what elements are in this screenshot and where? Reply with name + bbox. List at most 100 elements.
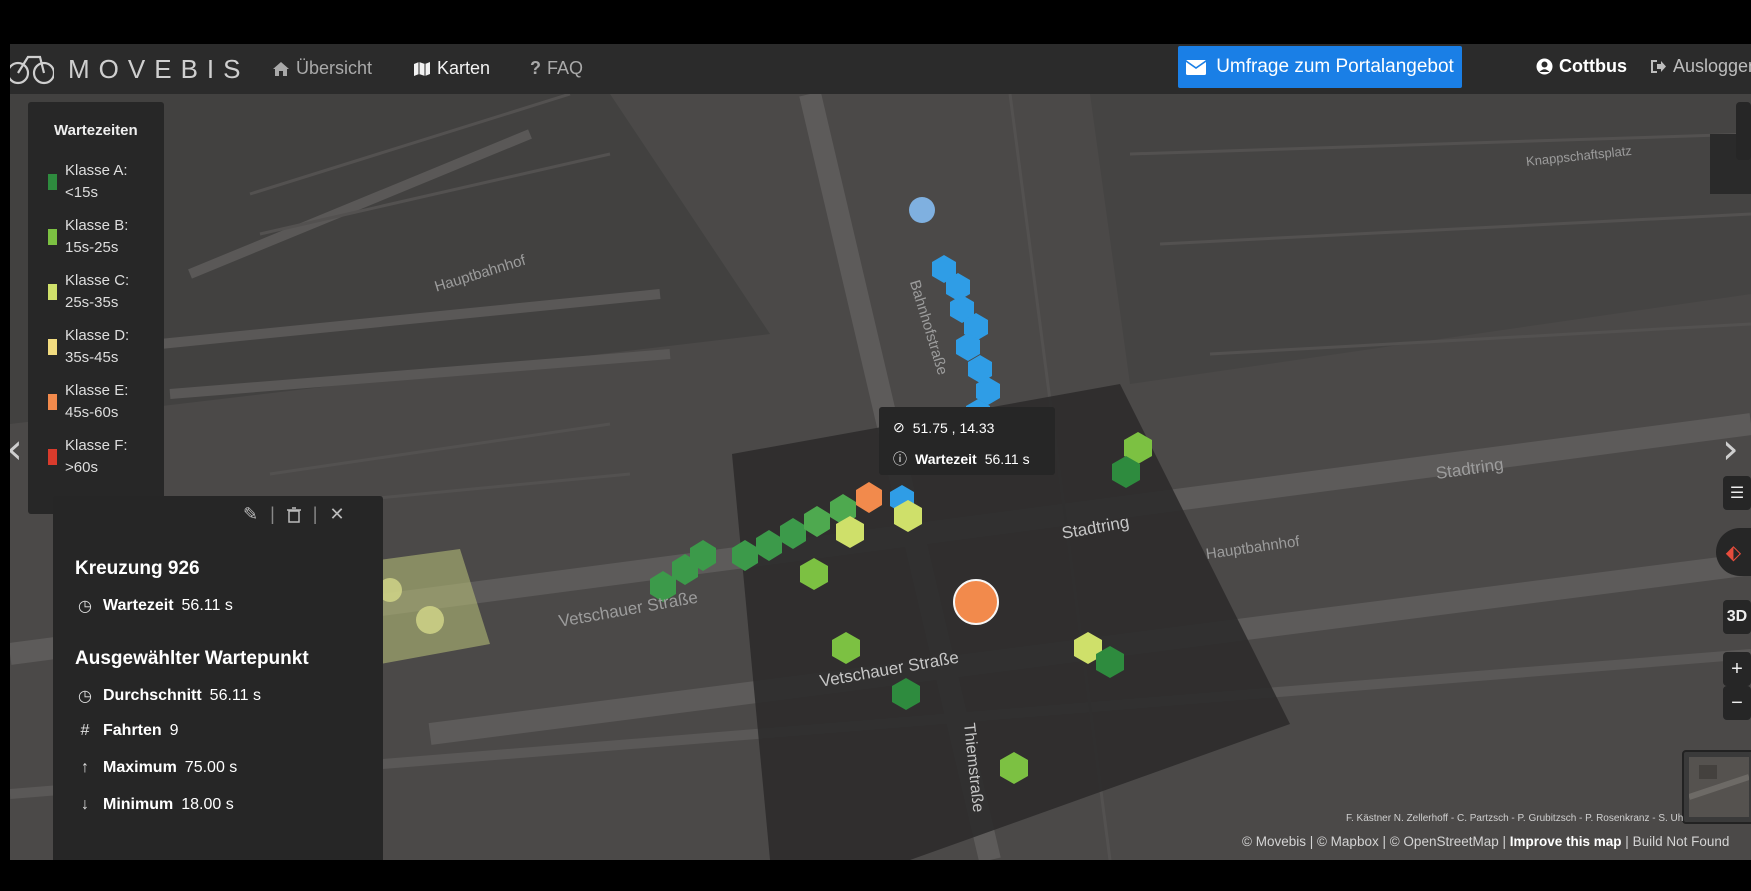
legend-item: Klasse B: 15s-25s [48, 215, 135, 259]
attrib-osm[interactable]: © OpenStreetMap [1390, 834, 1499, 849]
stat-row: ↑ Maximum 75.00 s [75, 759, 237, 777]
legend-item: Klasse A: <15s [48, 160, 135, 204]
nav-link-label: Karten [437, 58, 491, 78]
logout-link[interactable]: Ausloggen [1650, 56, 1751, 77]
legend-label: Klasse D: 35s-45s [65, 327, 130, 366]
legend-item: Klasse E: 45s-60s [48, 380, 135, 424]
legend-item: Klasse D: 35s-45s [48, 325, 135, 369]
stat-row: ↓ Minimum 18.00 s [75, 796, 234, 814]
tooltip-coords: 51.75 , 14.33 [912, 419, 995, 436]
tooltip-value: 56.11 s [984, 451, 1030, 467]
map-icon [414, 61, 430, 76]
legend-item: Klasse C: 25s-35s [48, 270, 135, 314]
logo[interactable]: MOVEBIS [10, 44, 249, 94]
logout-label: Ausloggen [1673, 56, 1751, 76]
stat-value: 18.00 s [181, 796, 234, 813]
pencil-icon[interactable]: ✎ [243, 504, 258, 525]
user-city[interactable]: Cottbus [1536, 56, 1627, 77]
side-panel-toggle[interactable] [1736, 102, 1751, 160]
list-icon: ☰ [1729, 485, 1745, 502]
home-icon [273, 61, 289, 76]
clock-icon: ◷ [78, 688, 92, 705]
map-prev-arrow[interactable]: ‹ [10, 424, 23, 473]
divider: | [270, 504, 275, 524]
legend-swatch [48, 284, 57, 300]
wartezeit-row: ◷ Wartezeit 56.11 s [75, 596, 233, 616]
user-city-label: Cottbus [1559, 56, 1627, 76]
stat-value: 9 [169, 722, 179, 739]
zoom-out-label: − [1731, 691, 1743, 714]
info-icon: ⓘ [893, 451, 907, 467]
zoom-out-button[interactable]: − [1723, 686, 1751, 720]
user-circle-icon [1536, 58, 1553, 75]
arrow-up-icon: ↑ [81, 759, 89, 776]
survey-button[interactable]: Umfrage zum Portalangebot [1178, 46, 1462, 88]
legend-label: Klasse C: 25s-35s [65, 272, 130, 311]
stat-label: Maximum [103, 759, 177, 776]
improve-map-link[interactable]: Improve this map [1510, 834, 1622, 849]
three-d-label: 3D [1726, 608, 1748, 625]
nav-link-uebersicht[interactable]: Übersicht [272, 58, 372, 79]
legend-swatch [48, 339, 57, 355]
tooltip-wartezeit-row: ⓘ Wartezeit 56.11 s [893, 449, 1030, 469]
hash-icon: # [80, 722, 90, 739]
credits-line: F. Kästner N. Zellerhoff - C. Partzsch -… [1346, 813, 1684, 824]
map-attribution: © Movebis | © Mapbox | © OpenStreetMap |… [1242, 834, 1730, 849]
stat-value: 75.00 s [184, 759, 238, 776]
compass-icon: ⊘ [893, 419, 905, 435]
legend-swatch [48, 174, 57, 190]
legend-label: Klasse B: 15s-25s [65, 217, 129, 256]
divider: | [312, 504, 318, 524]
legend-title: Wartezeiten [54, 122, 138, 139]
nav-link-faq[interactable]: ? FAQ [530, 58, 583, 79]
app-frame: MOVEBIS Übersicht Karten ? FAQ Umfrage z… [10, 44, 1751, 860]
close-icon[interactable]: ✕ [329, 504, 344, 525]
attrib-build: Build Not Found [1632, 834, 1730, 849]
survey-button-label: Umfrage zum Portalangebot [1216, 56, 1454, 77]
crossing-info-panel: ✎ | | ✕ Kreuzung 926 ◷ Wartezeit 56.11 s… [53, 496, 383, 860]
attrib-mapbox[interactable]: © Mapbox [1317, 834, 1379, 849]
nav-link-label: FAQ [547, 58, 584, 78]
zoom-in-button[interactable]: + [1723, 652, 1751, 686]
satellite-minimap-button[interactable] [1682, 750, 1751, 824]
stat-row: # Fahrten 9 [75, 722, 179, 740]
stat-label: Fahrten [103, 722, 162, 739]
map-next-arrow[interactable]: › [1722, 424, 1739, 473]
list-toggle-button[interactable]: ☰ [1723, 476, 1751, 510]
section-title: Ausgewählter Wartepunkt [75, 648, 309, 669]
tooltip-coords-row: ⊘ 51.75 , 14.33 [893, 419, 994, 436]
stat-value: 56.11 s [209, 687, 261, 704]
wartezeit-value: 56.11 s [181, 597, 233, 614]
attrib-movebis[interactable]: © Movebis [1242, 834, 1306, 849]
stat-row: ◷ Durchschnitt 56.11 s [75, 686, 261, 706]
wartezeit-label: Wartezeit [103, 597, 174, 614]
trash-icon[interactable] [286, 506, 301, 523]
panel-toolbar: ✎ | | ✕ [243, 504, 345, 525]
legend-label: Klasse E: 45s-60s [65, 382, 129, 421]
legend-label: Klasse F: >60s [65, 437, 128, 476]
arrow-down-icon: ↓ [81, 796, 89, 813]
compass-needle-icon: ⬖ [1725, 541, 1742, 564]
bicycle-logo-icon [10, 55, 54, 85]
three-d-toggle[interactable]: 3D [1723, 600, 1751, 634]
legend-swatch [48, 449, 57, 465]
zoom-in-label: + [1731, 657, 1743, 680]
stat-label: Durchschnitt [103, 687, 202, 704]
question-icon: ? [530, 58, 541, 78]
legend-label: Klasse A: <15s [65, 162, 128, 201]
legend-panel: Wartezeiten Klasse A: <15s Klasse B: 15s… [28, 102, 164, 514]
envelope-icon [1186, 59, 1207, 75]
tooltip-label: Wartezeit [915, 451, 977, 467]
clock-icon: ◷ [78, 598, 92, 615]
nav-link-label: Übersicht [296, 58, 373, 78]
logo-text: MOVEBIS [68, 53, 250, 84]
navbar: MOVEBIS Übersicht Karten ? FAQ Umfrage z… [10, 44, 1751, 94]
crossing-title: Kreuzung 926 [75, 558, 200, 579]
legend-swatch [48, 229, 57, 245]
stat-label: Minimum [103, 796, 174, 813]
sign-out-icon [1651, 60, 1666, 73]
map-tooltip: ⊘ 51.75 , 14.33 ⓘ Wartezeit 56.11 s [879, 407, 1055, 475]
nav-link-karten[interactable]: Karten [413, 58, 490, 79]
satellite-thumbnail-icon [1688, 757, 1749, 817]
legend-swatch [48, 394, 57, 410]
